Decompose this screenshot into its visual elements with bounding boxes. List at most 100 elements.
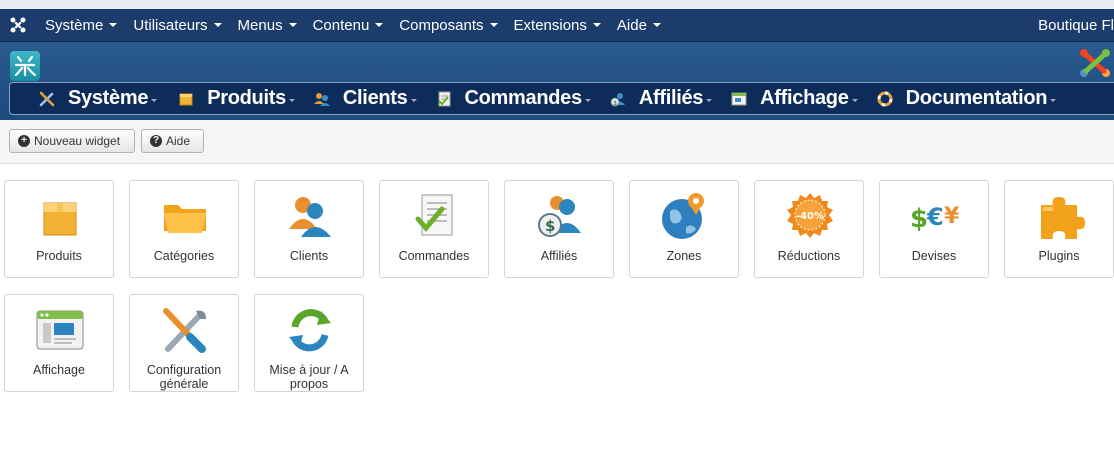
tile-affiliates[interactable]: $ Affiliés — [504, 180, 614, 278]
admin-menu-menus[interactable]: Menus — [230, 9, 305, 41]
display-window-icon — [36, 310, 84, 350]
box-icon — [177, 90, 195, 108]
caret-down-icon — [410, 99, 417, 102]
tile-products[interactable]: Produits — [4, 180, 114, 278]
tile-discounts[interactable]: -40% Réductions — [754, 180, 864, 278]
menu-label: Affiliés — [638, 87, 704, 109]
joomla-icon[interactable] — [9, 16, 27, 34]
hikashop-logo — [10, 51, 40, 81]
hk-menu-system[interactable]: Système — [38, 83, 169, 114]
menu-label: Aide — [616, 16, 647, 34]
document-check-icon — [435, 90, 453, 108]
tile-label: Commandes — [398, 249, 470, 263]
menu-label: Système — [45, 16, 104, 34]
svg-text:$: $ — [613, 100, 617, 107]
admin-menu-extensions[interactable]: Extensions — [506, 9, 609, 41]
svg-text:¥: ¥ — [944, 204, 960, 229]
admin-menu-users[interactable]: Utilisateurs — [125, 9, 229, 41]
menu-label: Commandes — [464, 87, 583, 109]
tools-icon — [163, 308, 206, 353]
caret-down-icon — [109, 23, 118, 27]
affiliates-icon: $ — [538, 196, 581, 237]
menu-label: Contenu — [312, 16, 370, 34]
tile-label: Configuration générale — [146, 363, 222, 391]
display-icon — [730, 90, 748, 108]
menu-label: Extensions — [513, 16, 587, 34]
menu-label: Clients — [342, 87, 408, 109]
admin-menu-components[interactable]: Composants — [391, 9, 505, 41]
admin-menu: Système Utilisateurs Menus Contenu Compo… — [37, 9, 669, 41]
orders-icon — [415, 194, 453, 236]
affiliates-icon: $ — [609, 90, 627, 108]
menu-label: Menus — [237, 16, 283, 34]
tile-customers[interactable]: Clients — [254, 180, 364, 278]
lifebuoy-icon — [876, 90, 894, 108]
discount-badge-icon: -40% — [787, 193, 833, 238]
currencies-icon: $ € ¥ — [910, 203, 960, 234]
hk-menu-products[interactable]: Produits — [177, 83, 307, 114]
folder-icon — [164, 205, 206, 233]
caret-down-icon — [1050, 99, 1057, 102]
header-band: Système Produits Clients Commandes $ Aff… — [0, 42, 1114, 120]
customers-icon — [289, 197, 331, 237]
menu-label: Composants — [399, 16, 484, 34]
tile-label: Clients — [289, 249, 329, 263]
tile-categories[interactable]: Catégories — [129, 180, 239, 278]
hk-menu-customers[interactable]: Clients — [313, 83, 429, 114]
caret-down-icon — [375, 23, 384, 27]
button-label: Nouveau widget — [34, 134, 121, 148]
tile-orders[interactable]: Commandes — [379, 180, 489, 278]
caret-down-icon — [213, 23, 222, 27]
tile-label: Produits — [36, 249, 82, 263]
caret-down-icon — [489, 23, 498, 27]
new-widget-button[interactable]: + Nouveau widget — [9, 129, 135, 153]
caret-down-icon — [851, 99, 858, 102]
menu-label: Produits — [207, 87, 286, 109]
admin-menu-bar: Système Utilisateurs Menus Contenu Compo… — [0, 9, 1114, 42]
question-circle-icon: ? — [150, 135, 162, 147]
help-button[interactable]: ? Aide — [141, 129, 204, 153]
toolbar: + Nouveau widget ? Aide — [0, 120, 1114, 164]
tile-general-configuration[interactable]: Configuration générale — [129, 294, 239, 392]
tile-label: Zones — [666, 249, 702, 263]
admin-menu-help[interactable]: Aide — [609, 9, 669, 41]
hk-menu-documentation[interactable]: Documentation — [876, 83, 1069, 114]
tile-plugins[interactable]: Plugins — [1004, 180, 1114, 278]
button-label: Aide — [166, 134, 191, 148]
caret-down-icon — [288, 23, 297, 27]
tile-update-about[interactable]: Mise à jour / A propos — [254, 294, 364, 392]
browser-top-strip — [0, 0, 1114, 9]
svg-text:$: $ — [910, 204, 928, 234]
site-name-link[interactable]: Boutique Fl — [1038, 9, 1114, 41]
joomla-logo-icon — [1080, 49, 1110, 77]
users-icon — [313, 90, 331, 108]
tile-currencies[interactable]: $ € ¥ Devises — [879, 180, 989, 278]
caret-down-icon — [151, 99, 158, 102]
tile-label: Mise à jour / A propos — [269, 363, 349, 391]
refresh-icon — [289, 309, 331, 352]
globe-pin-icon — [662, 193, 704, 239]
caret-down-icon — [706, 99, 713, 102]
tile-zones[interactable]: Zones — [629, 180, 739, 278]
caret-down-icon — [652, 23, 661, 27]
tile-label: Devises — [911, 249, 957, 263]
hk-menu-affiliates[interactable]: $ Affiliés — [609, 83, 724, 114]
puzzle-icon — [1041, 197, 1085, 239]
caret-down-icon — [288, 99, 295, 102]
menu-label: Documentation — [905, 87, 1048, 109]
tile-label: Affiliés — [540, 249, 578, 263]
menu-label: Utilisateurs — [133, 16, 208, 34]
tile-display[interactable]: Affichage — [4, 294, 114, 392]
admin-menu-content[interactable]: Contenu — [305, 9, 392, 41]
tools-icon — [38, 90, 56, 108]
caret-down-icon — [592, 23, 601, 27]
admin-menu-system[interactable]: Système — [37, 9, 125, 41]
menu-label: Système — [68, 87, 149, 109]
hk-menu-orders[interactable]: Commandes — [435, 83, 603, 114]
hk-menu-display[interactable]: Affichage — [730, 83, 869, 114]
product-box-icon — [43, 202, 77, 236]
svg-text:-40%: -40% — [796, 211, 824, 222]
caret-down-icon — [584, 99, 591, 102]
hikashop-menu: Système Produits Clients Commandes $ Aff… — [9, 82, 1114, 115]
svg-text:€: € — [926, 203, 944, 231]
